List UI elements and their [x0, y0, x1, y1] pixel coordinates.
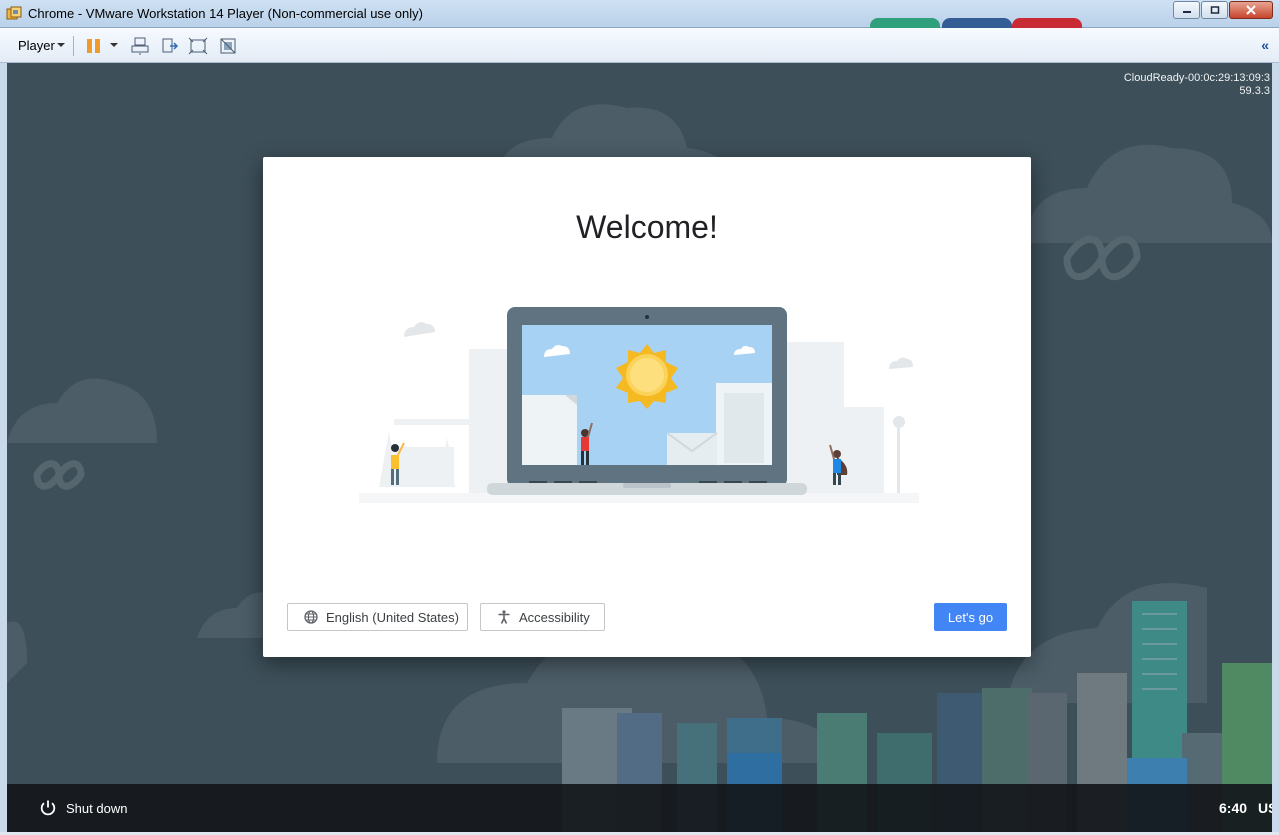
vmware-toolbar: Player «	[0, 28, 1279, 63]
globe-icon	[304, 610, 318, 624]
build-info-version: 59.3.3	[1239, 85, 1270, 97]
status-clock[interactable]: 6:40	[1219, 800, 1247, 816]
shutdown-button[interactable]: Shut down	[39, 799, 127, 817]
guest-screen[interactable]: CloudReady-00:0c:29:13:09:3 59.3.3 Welco…	[7, 63, 1272, 835]
build-info: CloudReady-00:0c:29:13:09:3 59.3.3	[1124, 72, 1270, 98]
accessibility-button-label: Accessibility	[519, 609, 590, 625]
chevron-down-icon[interactable]	[110, 43, 118, 47]
welcome-title: Welcome!	[576, 209, 718, 245]
fit-guest-icon[interactable]	[188, 36, 208, 56]
vmware-app-icon[interactable]	[6, 6, 22, 22]
titlebar-decoration	[1012, 18, 1082, 28]
send-ctrl-alt-del-icon[interactable]	[130, 36, 150, 56]
ime-indicator[interactable]: US	[1258, 800, 1272, 816]
player-menu-label: Player	[18, 38, 55, 53]
maximize-icon	[1210, 6, 1219, 14]
language-button[interactable]: English (United States)	[287, 603, 468, 631]
lets-go-button[interactable]: Let's go	[934, 603, 1007, 631]
unity-icon[interactable]	[218, 36, 238, 56]
removable-devices-icon[interactable]	[160, 36, 180, 56]
language-button-label: English (United States)	[326, 609, 459, 625]
welcome-illustration	[359, 307, 919, 503]
toolbar-divider	[73, 36, 74, 56]
build-info-device: CloudReady-00:0c:29:13:09:3	[1123, 72, 1270, 84]
titlebar-decoration	[870, 18, 940, 28]
close-button[interactable]	[1229, 1, 1273, 19]
player-menu[interactable]: Player	[18, 38, 55, 53]
maximize-button[interactable]	[1201, 1, 1228, 19]
system-shelf: Shut down 6:40 US	[7, 784, 1272, 832]
collapse-toolbar-icon[interactable]: «	[1261, 37, 1269, 53]
window-title: Chrome - VMware Workstation 14 Player (N…	[28, 6, 423, 21]
titlebar-decoration	[942, 18, 1012, 28]
welcome-dialog: Welcome! English (United States) Accessi…	[263, 157, 1031, 657]
window-titlebar: Chrome - VMware Workstation 14 Player (N…	[0, 0, 1279, 28]
window-controls	[1172, 1, 1273, 19]
accessibility-icon	[498, 610, 510, 624]
accessibility-button[interactable]: Accessibility	[480, 603, 605, 631]
shutdown-label: Shut down	[66, 800, 128, 816]
minimize-icon	[1182, 11, 1191, 13]
chevron-down-icon	[57, 43, 65, 47]
minimize-button[interactable]	[1173, 1, 1200, 19]
pause-icon[interactable]	[84, 36, 104, 56]
power-icon	[40, 800, 56, 816]
close-icon	[1246, 5, 1256, 15]
